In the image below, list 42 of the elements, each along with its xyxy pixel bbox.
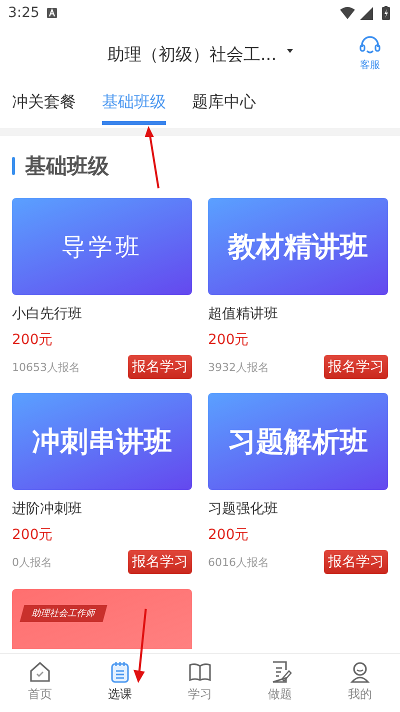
wifi-icon — [340, 6, 355, 20]
course-name: 小白先行班 — [12, 305, 83, 323]
enroll-button[interactable]: 报名学习 — [128, 550, 192, 574]
course-name: 习题强化班 — [208, 500, 279, 518]
course-price: 200元 — [208, 526, 250, 544]
course-tag: 助理社会工作师 — [20, 604, 108, 622]
nav-item[interactable]: 做题 — [268, 654, 292, 712]
section-title: 基础班级 — [25, 153, 109, 180]
user-icon — [348, 660, 372, 684]
nav-item[interactable]: 首页 — [28, 654, 52, 712]
enroll-button[interactable]: 报名学习 — [324, 355, 388, 379]
course-price: 200元 — [12, 331, 54, 349]
course-cover[interactable]: 助理社会工作师 — [12, 588, 192, 649]
notification-icon — [47, 8, 58, 18]
course-cover[interactable]: 冲刺串讲班 — [12, 393, 192, 490]
course-name: 超值精讲班 — [208, 305, 279, 323]
course-cover[interactable]: 导学班 — [12, 198, 192, 295]
tab[interactable]: 题库中心 — [192, 82, 256, 125]
status-time: 3:25 — [8, 5, 40, 21]
battery-icon — [382, 6, 390, 20]
enrollment-count: 10653人报名 — [12, 360, 80, 374]
enroll-button[interactable]: 报名学习 — [128, 355, 192, 379]
course-price: 200元 — [12, 526, 54, 544]
nav-item[interactable]: 我的 — [348, 654, 372, 712]
exam-selector[interactable]: 助理（初级）社会工... — [107, 42, 277, 66]
customer-service-button[interactable]: 客服 — [358, 34, 382, 72]
section-marker — [12, 157, 15, 175]
enrollment-count: 6016人报名 — [208, 554, 269, 570]
enroll-button[interactable]: 报名学习 — [324, 550, 388, 574]
nav-item[interactable]: 选课 — [108, 654, 132, 712]
home-icon — [28, 660, 52, 684]
course-price: 200元 — [208, 331, 250, 349]
dropdown-icon — [286, 48, 293, 54]
course-cover[interactable]: 教材精讲班 — [208, 198, 388, 295]
signal-icon — [359, 6, 374, 20]
course-cover[interactable]: 习题解析班 — [208, 393, 388, 490]
tab[interactable]: 冲关套餐 — [12, 82, 76, 125]
enrollment-count: 3932人报名 — [208, 360, 269, 374]
enrollment-count: 0人报名 — [12, 554, 52, 570]
nav-item[interactable]: 学习 — [188, 654, 212, 712]
course-name: 进阶冲刺班 — [12, 500, 83, 518]
notepad-icon — [108, 660, 132, 684]
